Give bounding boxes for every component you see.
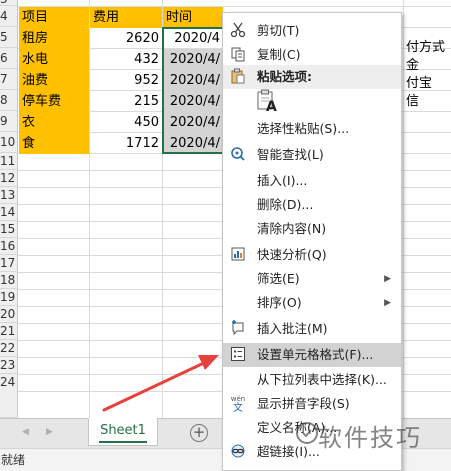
table-cell-item[interactable]: 水电 bbox=[19, 49, 89, 70]
header-cell-cost[interactable]: 费用 bbox=[90, 7, 162, 28]
menu-label: 插入批注(M) bbox=[257, 321, 328, 336]
menu-item-clear-contents[interactable]: 清除内容(N) bbox=[223, 217, 401, 241]
row-header[interactable]: 14 bbox=[0, 204, 18, 221]
table-cell-cost[interactable]: 2620 bbox=[90, 28, 162, 49]
row-header[interactable]: 10 bbox=[0, 132, 18, 153]
table-cell-item[interactable]: 租房 bbox=[19, 28, 89, 49]
row-header[interactable]: 11 bbox=[0, 153, 18, 170]
row-header[interactable]: 12 bbox=[0, 170, 18, 187]
table-cell-cost[interactable]: 450 bbox=[90, 112, 162, 133]
quick-analysis-icon bbox=[229, 246, 247, 264]
phonetic-icon: wén 文 bbox=[229, 395, 247, 414]
header-cell-date[interactable]: 时间 bbox=[163, 7, 223, 28]
row-header[interactable]: 17 bbox=[0, 255, 18, 272]
right-cell[interactable]: 信 bbox=[403, 91, 451, 112]
paste-option-letter: A bbox=[266, 99, 277, 115]
scroll-right-icon[interactable]: ▶ bbox=[46, 427, 53, 437]
menu-label: 排序(O) bbox=[257, 295, 302, 310]
selection-border bbox=[162, 27, 224, 154]
row-header[interactable]: 24 bbox=[0, 374, 18, 418]
menu-label: 筛选(E) bbox=[257, 271, 300, 286]
menu-label: 显示拼音字段(S) bbox=[257, 396, 350, 411]
table-cell-cost[interactable]: 952 bbox=[90, 70, 162, 91]
menu-label: 删除(D)... bbox=[257, 197, 314, 212]
row-header[interactable]: 13 bbox=[0, 187, 18, 204]
row-header[interactable]: 9 bbox=[0, 111, 18, 132]
menu-item-insert[interactable]: 插入(I)... bbox=[223, 169, 401, 193]
menu-item-paste-options: 粘贴选项: bbox=[223, 65, 401, 89]
menu-label: 设置单元格格式(F)... bbox=[257, 347, 374, 362]
row-header[interactable]: 8 bbox=[0, 90, 18, 111]
row-header[interactable]: 20 bbox=[0, 306, 18, 323]
row-header[interactable]: 22 bbox=[0, 340, 18, 357]
smart-lookup-icon bbox=[229, 146, 247, 164]
menu-label: 剪切(T) bbox=[257, 23, 300, 38]
table-cell-item[interactable]: 食 bbox=[19, 133, 89, 154]
table-cell-cost[interactable]: 1712 bbox=[90, 133, 162, 154]
scissors-icon bbox=[229, 22, 247, 40]
copy-icon bbox=[229, 46, 247, 64]
row-header[interactable]: 5 bbox=[0, 27, 18, 48]
menu-item-show-phonetic[interactable]: wén 文 显示拼音字段(S) bbox=[223, 392, 401, 416]
menu-label: 复制(C) bbox=[257, 47, 301, 62]
row-header[interactable]: 15 bbox=[0, 221, 18, 238]
watermark-text: 软件技巧 bbox=[318, 424, 422, 452]
menu-item-smart-lookup[interactable]: 智能查找(L) bbox=[223, 143, 401, 167]
header-cell-item[interactable]: 项目 bbox=[19, 7, 89, 28]
link-icon bbox=[229, 443, 247, 461]
menu-item-pick-from-list[interactable]: 从下拉列表中选择(K)... bbox=[223, 368, 401, 392]
menu-item-quick-analysis[interactable]: 快速分析(Q) bbox=[223, 243, 401, 267]
table-cell-cost[interactable]: 215 bbox=[90, 91, 162, 112]
row-header[interactable]: 7 bbox=[0, 69, 18, 90]
menu-item-copy[interactable]: 复制(C) bbox=[223, 43, 401, 67]
comment-icon bbox=[229, 320, 247, 338]
row-header[interactable]: 18 bbox=[0, 272, 18, 289]
row-header[interactable]: 19 bbox=[0, 289, 18, 306]
table-cell-item[interactable]: 停车费 bbox=[19, 91, 89, 112]
add-sheet-icon[interactable]: + bbox=[190, 424, 208, 442]
format-cells-icon bbox=[229, 346, 247, 364]
menu-label: 选择性粘贴(S)... bbox=[257, 121, 350, 136]
table-cell-cost[interactable]: 432 bbox=[90, 49, 162, 70]
menu-label: 从下拉列表中选择(K)... bbox=[257, 372, 387, 387]
status-text: 就绪 bbox=[1, 453, 26, 467]
menu-item-insert-comment[interactable]: 插入批注(M) bbox=[223, 317, 401, 341]
row-header[interactable]: 21 bbox=[0, 323, 18, 340]
submenu-arrow-icon: ▶ bbox=[384, 298, 391, 308]
table-cell-item[interactable]: 油费 bbox=[19, 70, 89, 91]
context-menu: 剪切(T) 复制(C) 粘贴选项: A 选择性粘贴(S)... 智能查找(L) … bbox=[222, 12, 402, 471]
menu-item-filter[interactable]: 筛选(E) ▶ bbox=[223, 267, 401, 291]
phonetic-icon-char: 文 bbox=[233, 403, 243, 414]
row-header[interactable]: 4 bbox=[0, 6, 18, 27]
menu-label: 超链接(I)... bbox=[257, 444, 320, 459]
clipboard-icon bbox=[229, 68, 247, 86]
menu-item-cut[interactable]: 剪切(T) bbox=[223, 19, 401, 43]
tab-sheet1[interactable]: Sheet1 bbox=[88, 418, 158, 446]
scroll-left-icon[interactable]: ◀ bbox=[22, 427, 29, 437]
submenu-arrow-icon: ▶ bbox=[384, 274, 391, 284]
menu-item-format-cells[interactable]: 设置单元格格式(F)... bbox=[223, 343, 401, 367]
menu-label: 粘贴选项: bbox=[257, 69, 312, 84]
menu-item-delete[interactable]: 删除(D)... bbox=[223, 193, 401, 217]
table-cell-item[interactable]: 衣 bbox=[19, 112, 89, 133]
row-header[interactable]: 16 bbox=[0, 238, 18, 255]
row-header[interactable]: 23 bbox=[0, 357, 18, 374]
menu-label: 插入(I)... bbox=[257, 173, 308, 188]
menu-label: 智能查找(L) bbox=[257, 147, 324, 162]
menu-label: 快速分析(Q) bbox=[257, 247, 327, 262]
menu-item-paste-special[interactable]: 选择性粘贴(S)... bbox=[223, 117, 401, 141]
menu-label: 清除内容(N) bbox=[257, 221, 327, 236]
watermark-logo-icon bbox=[296, 422, 318, 444]
menu-item-sort[interactable]: 排序(O) ▶ bbox=[223, 291, 401, 315]
paste-values-icon[interactable]: A bbox=[257, 89, 279, 115]
row-header[interactable]: 6 bbox=[0, 48, 18, 69]
